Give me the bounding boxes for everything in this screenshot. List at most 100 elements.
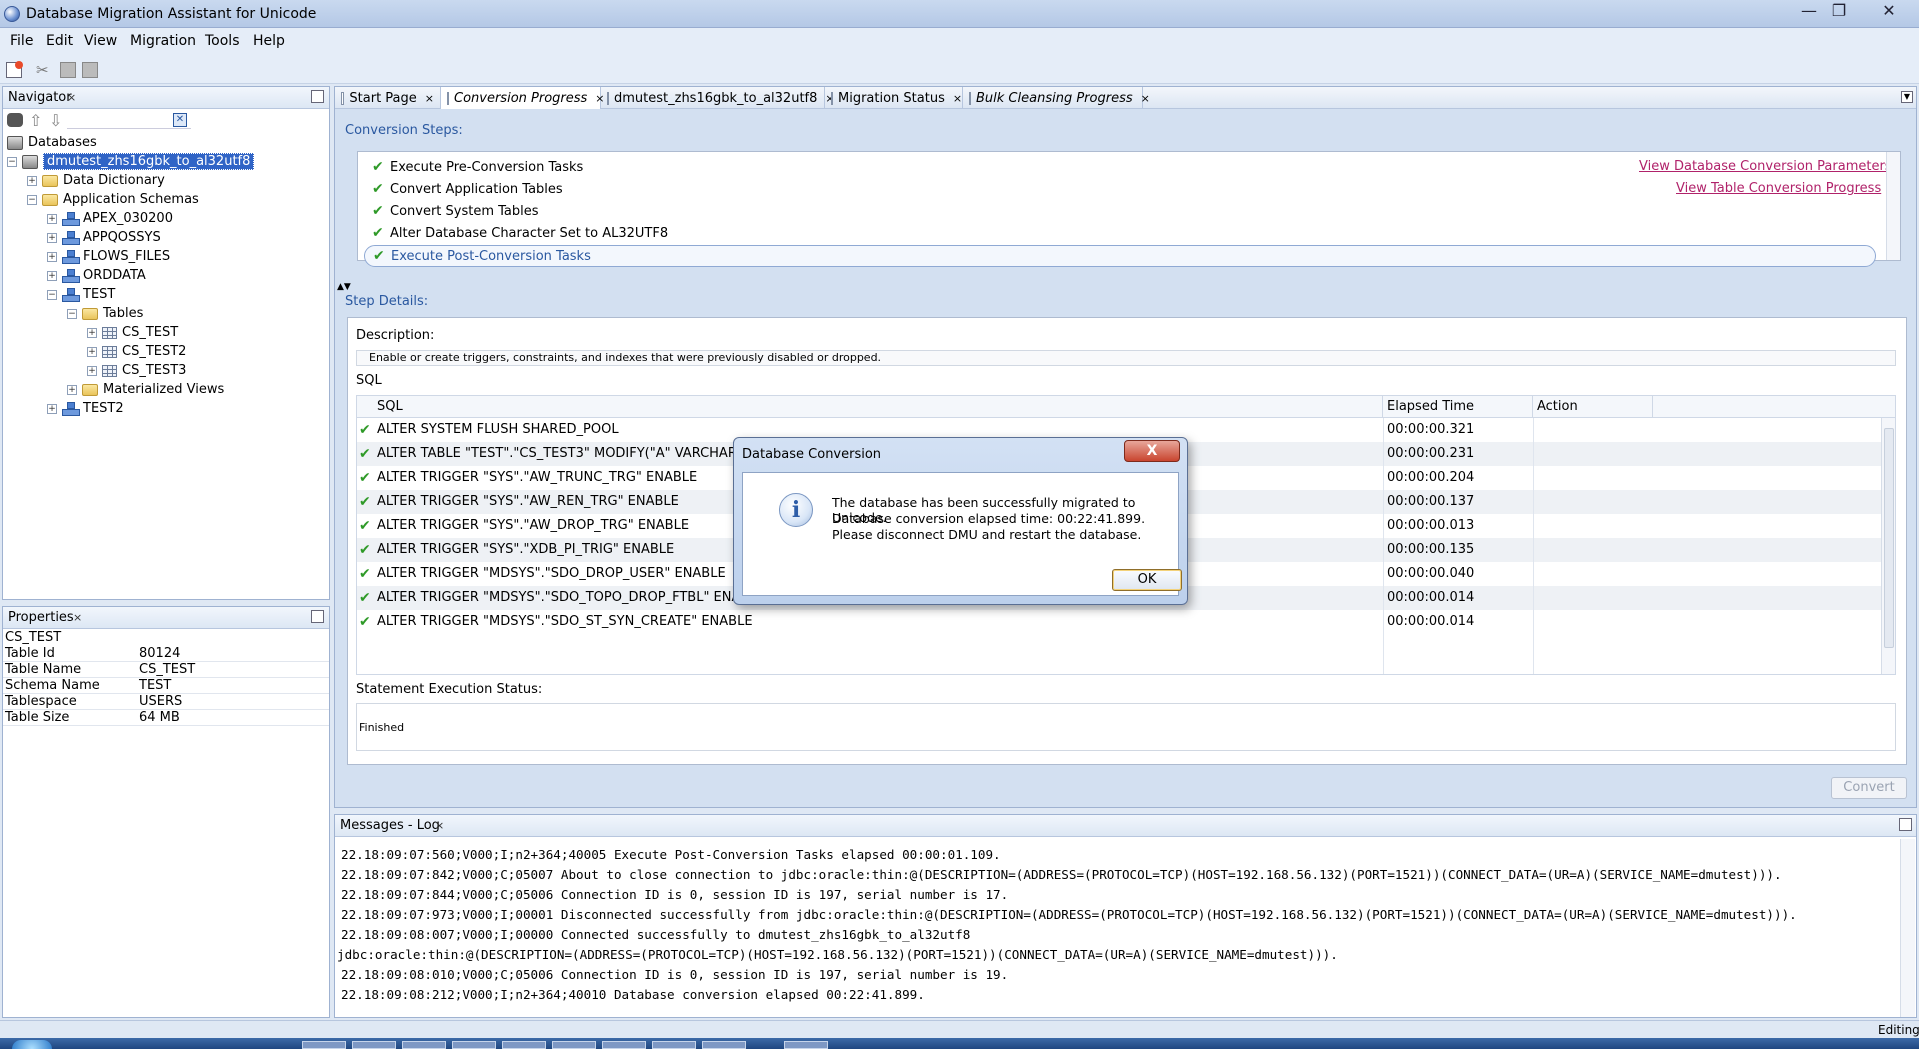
tab-bulk-cleansing[interactable]: Bulk Cleansing Progress ×: [963, 87, 1150, 109]
col-sql[interactable]: SQL: [373, 396, 1383, 418]
taskbar-button[interactable]: [702, 1041, 746, 1049]
tree-test[interactable]: − TEST: [47, 285, 115, 304]
expand-icon[interactable]: +: [47, 251, 57, 262]
expand-icon[interactable]: +: [47, 270, 57, 281]
tree-data-dictionary[interactable]: + Data Dictionary: [27, 171, 165, 190]
conversion-steps-title: Conversion Steps:: [345, 123, 463, 138]
table-row[interactable]: ✔ ALTER TRIGGER "MDSYS"."SDO_ST_SYN_CREA…: [357, 610, 1881, 634]
properties-minimize-icon[interactable]: [311, 610, 324, 623]
menu-file[interactable]: File: [10, 33, 33, 49]
tab-label: dmutest_zhs16gbk_to_al32utf8: [614, 90, 818, 106]
step-post-conversion[interactable]: ✔ Execute Post-Conversion Tasks: [364, 245, 1876, 267]
view-conversion-params-link[interactable]: View Database Conversion Parameters: [1639, 159, 1892, 174]
expand-icon[interactable]: +: [87, 365, 97, 376]
messages-minimize-icon[interactable]: [1899, 818, 1912, 831]
tree-orddata[interactable]: + ORDDATA: [47, 266, 146, 285]
navigator-minimize-icon[interactable]: [311, 90, 324, 103]
tree-test2[interactable]: + TEST2: [47, 399, 124, 418]
tab-close-icon[interactable]: ×: [1141, 92, 1150, 105]
collapse-icon[interactable]: −: [67, 308, 77, 319]
taskbar-button[interactable]: [502, 1041, 546, 1049]
taskbar-button[interactable]: [784, 1041, 828, 1049]
sql-text: ALTER TRIGGER "MDSYS"."SDO_TOPO_DROP_FTB…: [377, 590, 765, 605]
tree-databases[interactable]: Databases: [7, 133, 97, 152]
col-elapsed[interactable]: Elapsed Time: [1383, 396, 1533, 418]
dialog-message-line2: Database conversion elapsed time: 00:22:…: [832, 511, 1146, 526]
paste-icon[interactable]: [82, 62, 98, 78]
tree-appqossys[interactable]: + APPQOSSYS: [47, 228, 161, 247]
tab-conversion-progress[interactable]: Conversion Progress ×: [441, 87, 605, 109]
properties-title: Properties: [8, 610, 74, 625]
tab-label: Migration Status: [838, 90, 945, 106]
window-title: Database Migration Assistant for Unicode: [26, 6, 317, 22]
ok-button[interactable]: OK: [1112, 569, 1182, 591]
tree-tables[interactable]: − Tables: [67, 304, 143, 323]
binoculars-icon[interactable]: [7, 113, 23, 127]
tab-close-icon[interactable]: ×: [953, 92, 962, 105]
sql-scroll-thumb[interactable]: [1884, 428, 1894, 648]
tree-cs-test3[interactable]: + CS_TEST3: [87, 361, 186, 380]
tree-cs-test2[interactable]: + CS_TEST2: [87, 342, 186, 361]
menu-edit[interactable]: Edit: [46, 33, 73, 49]
tab-list-icon[interactable]: ▼: [1901, 91, 1913, 103]
arrow-up-icon[interactable]: ⇧: [29, 111, 42, 130]
properties-close-icon[interactable]: ×: [73, 611, 82, 624]
clear-filter-icon[interactable]: ✕: [173, 113, 187, 127]
window-close-button[interactable]: ✕: [1869, 0, 1909, 22]
copy-icon[interactable]: [60, 62, 76, 78]
taskbar-button[interactable]: [652, 1041, 696, 1049]
steps-scrollbar[interactable]: [1886, 152, 1900, 260]
sql-text: ALTER TRIGGER "MDSYS"."SDO_DROP_USER" EN…: [377, 566, 726, 581]
sql-scrollbar[interactable]: [1881, 418, 1895, 674]
tab-migration-status[interactable]: Migration Status ×: [825, 87, 963, 109]
tab-start-page[interactable]: Start Page ×: [335, 87, 441, 109]
expand-icon[interactable]: +: [87, 346, 97, 357]
tree-apex[interactable]: + APEX_030200: [47, 209, 173, 228]
taskbar-button[interactable]: [602, 1041, 646, 1049]
expand-icon[interactable]: +: [27, 175, 37, 186]
tree-cs-test[interactable]: + CS_TEST: [87, 323, 178, 342]
menu-help[interactable]: Help: [253, 33, 285, 49]
menu-tools[interactable]: Tools: [205, 33, 240, 49]
cut-icon[interactable]: ✂: [36, 62, 52, 78]
new-connection-icon[interactable]: [6, 61, 23, 78]
check-icon: ✔: [359, 518, 371, 534]
navigator-close-icon[interactable]: ×: [67, 91, 76, 104]
collapse-icon[interactable]: −: [27, 194, 37, 205]
dialog-close-button[interactable]: X: [1124, 440, 1180, 462]
menu-view[interactable]: View: [84, 33, 117, 49]
expand-icon[interactable]: +: [47, 232, 57, 243]
tree-flows-files[interactable]: + FLOWS_FILES: [47, 247, 170, 266]
arrow-down-icon[interactable]: ⇩: [49, 111, 62, 130]
maximize-button[interactable]: ❐: [1819, 0, 1859, 22]
taskbar-button[interactable]: [552, 1041, 596, 1049]
taskbar-button[interactable]: [452, 1041, 496, 1049]
collapse-icon[interactable]: −: [7, 156, 17, 167]
expand-icon[interactable]: +: [47, 213, 57, 224]
expand-icon[interactable]: +: [87, 327, 97, 338]
convert-button[interactable]: Convert: [1831, 777, 1907, 799]
check-icon: ✔: [359, 494, 371, 510]
taskbar-button[interactable]: [302, 1041, 346, 1049]
taskbar-button[interactable]: [402, 1041, 446, 1049]
database-icon: [22, 154, 38, 169]
table-icon: [102, 364, 117, 377]
tab-database[interactable]: dmutest_zhs16gbk_to_al32utf8 ×: [601, 87, 835, 109]
sql-text: ALTER TRIGGER "SYS"."XDB_PI_TRIG" ENABLE: [377, 542, 675, 557]
menu-migration[interactable]: Migration: [130, 33, 196, 49]
tree-materialized-views[interactable]: + Materialized Views: [67, 380, 224, 399]
taskbar-button[interactable]: [352, 1041, 396, 1049]
expand-icon[interactable]: +: [67, 384, 77, 395]
messages-close-icon[interactable]: ×: [435, 819, 444, 832]
start-button-icon[interactable]: [12, 1040, 52, 1049]
collapse-icon[interactable]: −: [47, 289, 57, 300]
tree-application-schemas[interactable]: − Application Schemas: [27, 190, 199, 209]
expand-icon[interactable]: +: [47, 403, 57, 414]
splitter-arrows-icon[interactable]: ▲▼: [337, 282, 351, 292]
messages-scrollbar[interactable]: [1900, 839, 1915, 1017]
property-row: Table Size 64 MB: [3, 710, 329, 726]
view-table-progress-link[interactable]: View Table Conversion Progress: [1676, 181, 1881, 196]
tab-close-icon[interactable]: ×: [425, 92, 434, 105]
tree-db-connection[interactable]: − dmutest_zhs16gbk_to_al32utf8: [7, 152, 255, 171]
col-action[interactable]: Action: [1533, 396, 1653, 418]
